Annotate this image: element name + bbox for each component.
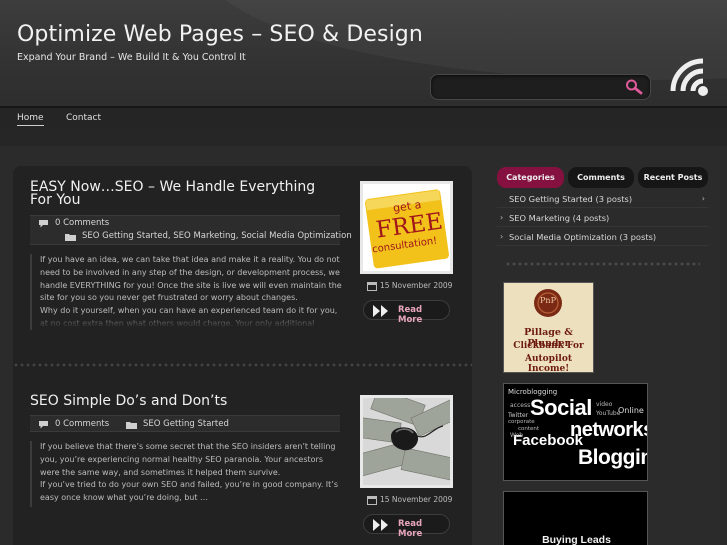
calendar-icon [367,282,377,291]
post-date-text: 15 November 2009 [380,281,453,290]
cloud-word: Social [530,395,592,420]
post-meta: 0 Comments SEO Getting Started, SEO Mark… [30,215,352,245]
tab-categories[interactable]: Categories [497,167,564,188]
search-input[interactable] [439,79,619,96]
folder-icon [65,234,76,241]
read-more-label: Read More [398,305,423,325]
post-meta: 0 Comments SEO Getting Started [30,415,340,432]
tab-recent-posts[interactable]: Recent Posts [638,167,708,188]
category-item[interactable]: SEO Getting Started (3 posts) › [497,189,709,208]
search-box [430,74,651,100]
read-more-button[interactable]: Read More [363,514,450,539]
cloud-word: Blogging [578,446,647,469]
cloud-word: corporate [508,419,535,425]
nav-shadow-band [0,128,727,146]
post-thumbnail[interactable] [360,395,453,488]
categories-text: SEO Getting Started, SEO Marketing, Soci… [82,231,352,241]
sidebar-tabs: Categories Comments Recent Posts [497,167,709,189]
calendar-icon [367,496,377,505]
chevron-right-icon: › [500,232,504,241]
rss-icon[interactable] [666,54,712,100]
ad-banner-social-networks[interactable]: Microblogging Social networks Facebook B… [503,383,648,481]
cloud-word: video [596,401,613,408]
cloud-word: access [510,402,531,409]
post-thumbnail[interactable]: get a FREE consultation! [360,181,453,274]
category-label: Social Media Optimization (3 posts) [509,232,657,242]
sidebar-divider [505,262,700,266]
cloud-word: Web [510,432,524,439]
cloud-word: Online [618,406,644,415]
post-date-text: 15 November 2009 [380,495,453,504]
ad-banner-buying-leads[interactable]: Buying Leads [503,491,648,545]
read-more-button[interactable]: Read More [363,300,450,325]
post-excerpt-text: If you believe that there’s some secret … [40,442,339,503]
ad-banner-clickbank[interactable]: PnP Pillage & Plunder Clickbank For Auto… [503,282,594,373]
comments-count: 0 Comments [55,218,110,228]
categories-text: SEO Getting Started [143,419,229,429]
seal-text: PnP [540,296,556,305]
ad-line-2: Clickbank For [513,341,584,351]
category-item[interactable]: › SEO Marketing (4 posts) [497,208,709,227]
site-title[interactable]: Optimize Web Pages – SEO & Design [17,22,423,47]
cloud-word: Facebook [513,432,584,449]
chevron-right-icon: › [500,213,504,222]
nav-item-home[interactable]: Home [17,113,44,126]
main-nav: Home Contact [0,106,727,128]
category-label: SEO Getting Started (3 posts) [509,194,633,204]
play-icon [373,519,388,531]
site-tagline: Expand Your Brand – We Build It & You Co… [17,52,246,63]
excerpt-fade [32,312,342,330]
post-excerpt: If you believe that there’s some secret … [30,441,342,507]
comments-count: 0 Comments [55,419,110,429]
post-title[interactable]: SEO Simple Do’s and Don’ts [30,394,340,408]
comment-icon [39,421,48,429]
post-list: EASY Now…SEO – We Handle Everything For … [13,166,472,545]
comment-icon [39,220,48,228]
post-excerpt: If you have an idea, we can take that id… [30,254,342,330]
search-icon[interactable] [624,78,644,96]
folder-icon [126,422,137,429]
post-item: SEO Simple Do’s and Don’ts 0 Comments SE… [13,374,472,545]
category-label: SEO Marketing (4 posts) [509,213,610,223]
category-item[interactable]: › Social Media Optimization (3 posts) [497,227,709,246]
post-title[interactable]: EASY Now…SEO – We Handle Everything For … [30,180,340,207]
play-icon [373,305,388,317]
cloud-word: Twitter [508,412,529,419]
ad-title: Buying Leads [542,534,611,545]
ad-line-3: Autopilot Income! [525,354,572,373]
tab-comments[interactable]: Comments [568,167,634,188]
cloud-word: YouTube [596,410,621,417]
post-divider [13,363,472,367]
read-more-label: Read More [398,519,423,539]
post-item: EASY Now…SEO – We Handle Everything For … [13,166,472,363]
nav-item-contact[interactable]: Contact [66,113,101,123]
chevron-right-icon: › [701,194,705,203]
site-header: Optimize Web Pages – SEO & Design Expand… [0,0,727,106]
